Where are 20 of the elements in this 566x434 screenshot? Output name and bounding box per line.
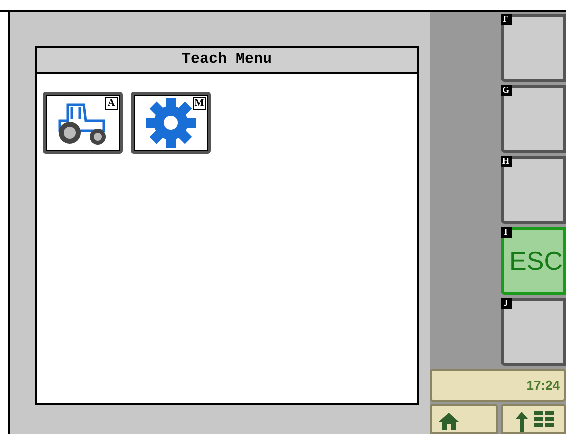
menu-tile[interactable]: A [43,92,123,154]
softkey[interactable]: F [500,14,566,82]
softkey-letter: G [500,85,512,96]
window-title: Teach Menu [37,48,417,74]
softkey-letter: H [500,156,512,167]
softkey[interactable]: J [500,298,566,366]
tile-badge: M [193,97,206,110]
home-icon [438,412,460,430]
clock-bar: 17:24 [430,369,566,402]
gear-icon [145,97,197,149]
menu-button[interactable] [501,404,566,434]
softkey-letter: J [500,298,512,309]
softkey[interactable]: H [500,156,566,224]
softkey-letter: F [500,14,512,25]
tile-badge: A [105,97,118,110]
softkey[interactable]: G [500,85,566,153]
menu-tile[interactable]: M [131,92,211,154]
softkey[interactable]: ESC I [500,227,566,295]
home-button[interactable] [430,404,498,434]
softkey-letter: I [500,227,512,238]
